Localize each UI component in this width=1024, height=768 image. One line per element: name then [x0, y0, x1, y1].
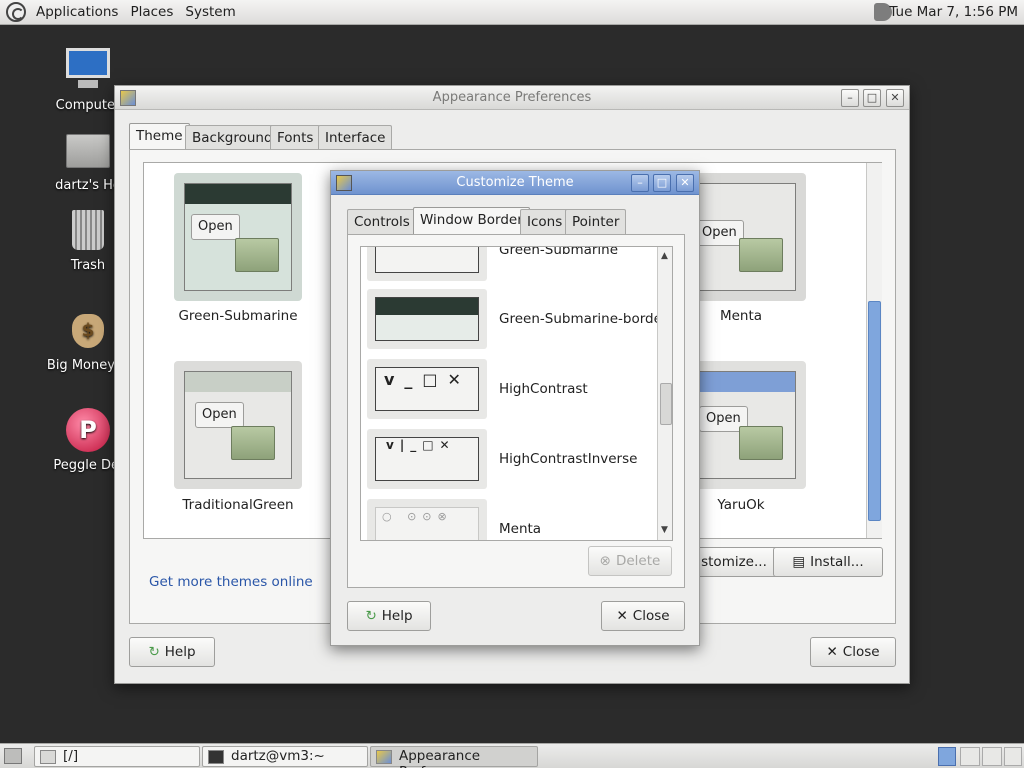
border-name: Green-Submarine: [499, 246, 619, 258]
task-terminal[interactable]: dartz@vm3:~: [202, 746, 368, 767]
border-preview: [375, 297, 479, 341]
task-appearance[interactable]: Appearance Prefere...: [370, 746, 538, 768]
theme-name: TraditionalGreen: [182, 497, 294, 513]
tab-pointer[interactable]: Pointer: [565, 209, 627, 234]
customize-dialog: Customize Theme – □ ✕ Controls Window Bo…: [330, 170, 700, 646]
scroll-down-icon[interactable]: ▼: [661, 525, 668, 535]
tab-window-border[interactable]: Window Border: [413, 207, 530, 234]
workspace-4[interactable]: [1004, 747, 1022, 766]
menu-applications[interactable]: Applications: [30, 4, 124, 20]
workspace-3[interactable]: [982, 747, 1002, 766]
border-item-menta[interactable]: ○ ⊙⊙⊗: [367, 499, 487, 540]
workspace-2[interactable]: [960, 747, 980, 766]
theme-name: Green-Submarine: [178, 308, 298, 324]
mini-titlebar: [185, 184, 291, 204]
home-folder-icon: [64, 126, 112, 174]
tab-theme[interactable]: Theme: [129, 123, 190, 150]
trash-icon: [64, 206, 112, 254]
tab-background[interactable]: Background: [185, 125, 280, 150]
mini-titlebar: [185, 372, 291, 392]
gnome-foot-icon[interactable]: [6, 2, 26, 22]
workspace-1[interactable]: [938, 747, 956, 766]
top-panel: Applications Places System Tue Mar 7, 1:…: [0, 0, 1024, 25]
menu-system[interactable]: System: [179, 4, 241, 20]
appearance-titlebar[interactable]: Appearance Preferences – □ ✕: [115, 86, 909, 110]
folder-icon: [739, 426, 783, 460]
folder-icon: [231, 426, 275, 460]
folder-icon: [40, 750, 56, 764]
task-file-browser[interactable]: [/]: [34, 746, 200, 767]
install-icon: ▤: [792, 554, 806, 570]
peggle-icon: P: [64, 406, 112, 454]
border-name: HighContrastInverse: [499, 451, 638, 467]
folder-icon: [739, 238, 783, 272]
border-preview: [375, 247, 479, 273]
maximize-button[interactable]: □: [653, 174, 671, 192]
money-bag-icon: $: [64, 306, 112, 354]
scroll-up-icon[interactable]: ▲: [661, 251, 668, 261]
theme-green-submarine[interactable]: Open: [174, 173, 302, 301]
border-list: Green-Submarine Green-Submarine-border v…: [360, 246, 673, 541]
maximize-button[interactable]: □: [863, 89, 881, 107]
border-preview: v|_□✕: [375, 437, 479, 481]
terminal-icon: [208, 750, 224, 764]
appearance-title: Appearance Preferences: [432, 90, 592, 105]
border-item-green-submarine[interactable]: [367, 247, 487, 281]
minimize-button[interactable]: –: [841, 89, 859, 107]
customize-titlebar[interactable]: Customize Theme – □ ✕: [331, 171, 699, 195]
show-desktop-icon[interactable]: [4, 748, 22, 764]
close-icon: ✕: [616, 608, 628, 624]
border-name: Menta: [499, 521, 542, 537]
install-button[interactable]: ▤ Install...: [773, 547, 883, 577]
border-preview: v_□✕: [375, 367, 479, 411]
open-button-preview: Open: [195, 402, 244, 428]
border-item-highcontrast[interactable]: v_□✕: [367, 359, 487, 419]
scrollbar-thumb[interactable]: [660, 383, 672, 425]
delete-button[interactable]: ⊗ Delete: [588, 546, 672, 576]
close-button[interactable]: ✕ Close: [601, 601, 685, 631]
scrollbar-thumb[interactable]: [868, 301, 881, 521]
close-button[interactable]: ✕ Close: [810, 637, 896, 667]
delete-icon: ⊗: [599, 553, 611, 569]
close-icon: ✕: [826, 644, 838, 660]
theme-traditional-green[interactable]: Open: [174, 361, 302, 489]
theme-scrollbar[interactable]: [866, 163, 882, 538]
border-preview: ○ ⊙⊙⊗: [375, 507, 479, 540]
folder-icon: [235, 238, 279, 272]
tab-icons[interactable]: Icons: [520, 209, 570, 234]
window-border-page: Green-Submarine Green-Submarine-border v…: [347, 234, 685, 588]
help-button[interactable]: ↻ Help: [347, 601, 431, 631]
tab-fonts[interactable]: Fonts: [270, 125, 321, 150]
clock[interactable]: Tue Mar 7, 1:56 PM: [889, 4, 1018, 20]
help-icon: ↻: [365, 608, 377, 624]
menu-places[interactable]: Places: [124, 4, 179, 20]
border-item-highcontrastinverse[interactable]: v|_□✕: [367, 429, 487, 489]
border-scrollbar[interactable]: ▲ ▼: [657, 247, 672, 540]
border-item-green-submarine-border[interactable]: [367, 289, 487, 349]
window-close-button[interactable]: ✕: [676, 174, 694, 192]
window-close-button[interactable]: ✕: [886, 89, 904, 107]
mini-titlebar: [689, 372, 795, 392]
appearance-icon: [376, 750, 392, 764]
open-button-preview: Open: [191, 214, 240, 240]
border-name: Green-Submarine-border: [499, 311, 668, 327]
open-button-preview: Open: [695, 220, 744, 246]
taskbar: [/] dartz@vm3:~ Appearance Prefere...: [0, 743, 1024, 768]
help-icon: ↻: [148, 644, 160, 660]
computer-icon: [64, 46, 112, 94]
minimize-button[interactable]: –: [631, 174, 649, 192]
more-themes-link[interactable]: Get more themes online: [149, 574, 313, 590]
border-name: HighContrast: [499, 381, 588, 397]
tab-controls[interactable]: Controls: [347, 209, 417, 234]
help-button[interactable]: ↻ Help: [129, 637, 215, 667]
tab-interface[interactable]: Interface: [318, 125, 393, 150]
